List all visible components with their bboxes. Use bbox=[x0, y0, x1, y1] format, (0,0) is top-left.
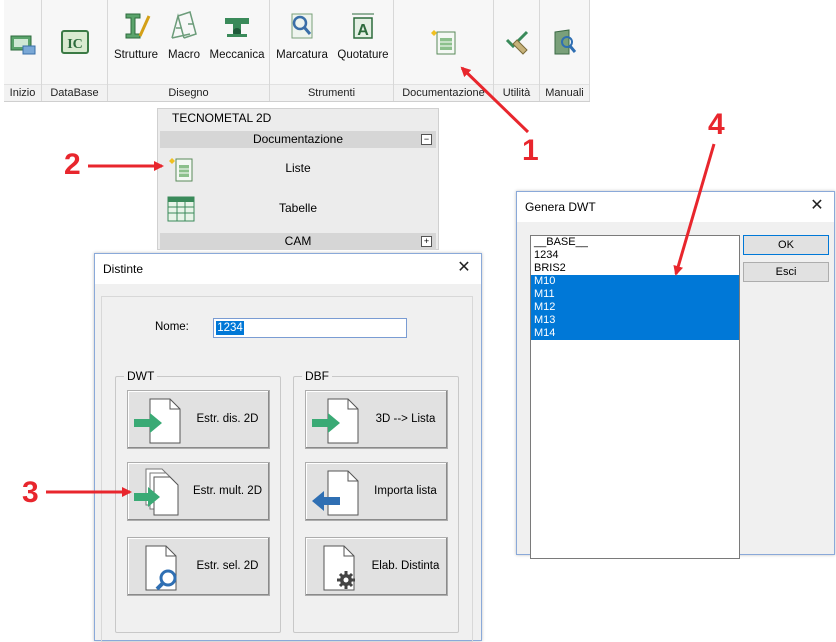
arrow-4 bbox=[673, 143, 716, 276]
callout-arrows bbox=[46, 66, 716, 497]
arrow-1 bbox=[460, 66, 530, 134]
callout-3: 3 bbox=[22, 476, 39, 509]
callout-1: 1 bbox=[522, 134, 539, 167]
callout-2: 2 bbox=[64, 148, 81, 181]
callout-4: 4 bbox=[708, 108, 725, 141]
